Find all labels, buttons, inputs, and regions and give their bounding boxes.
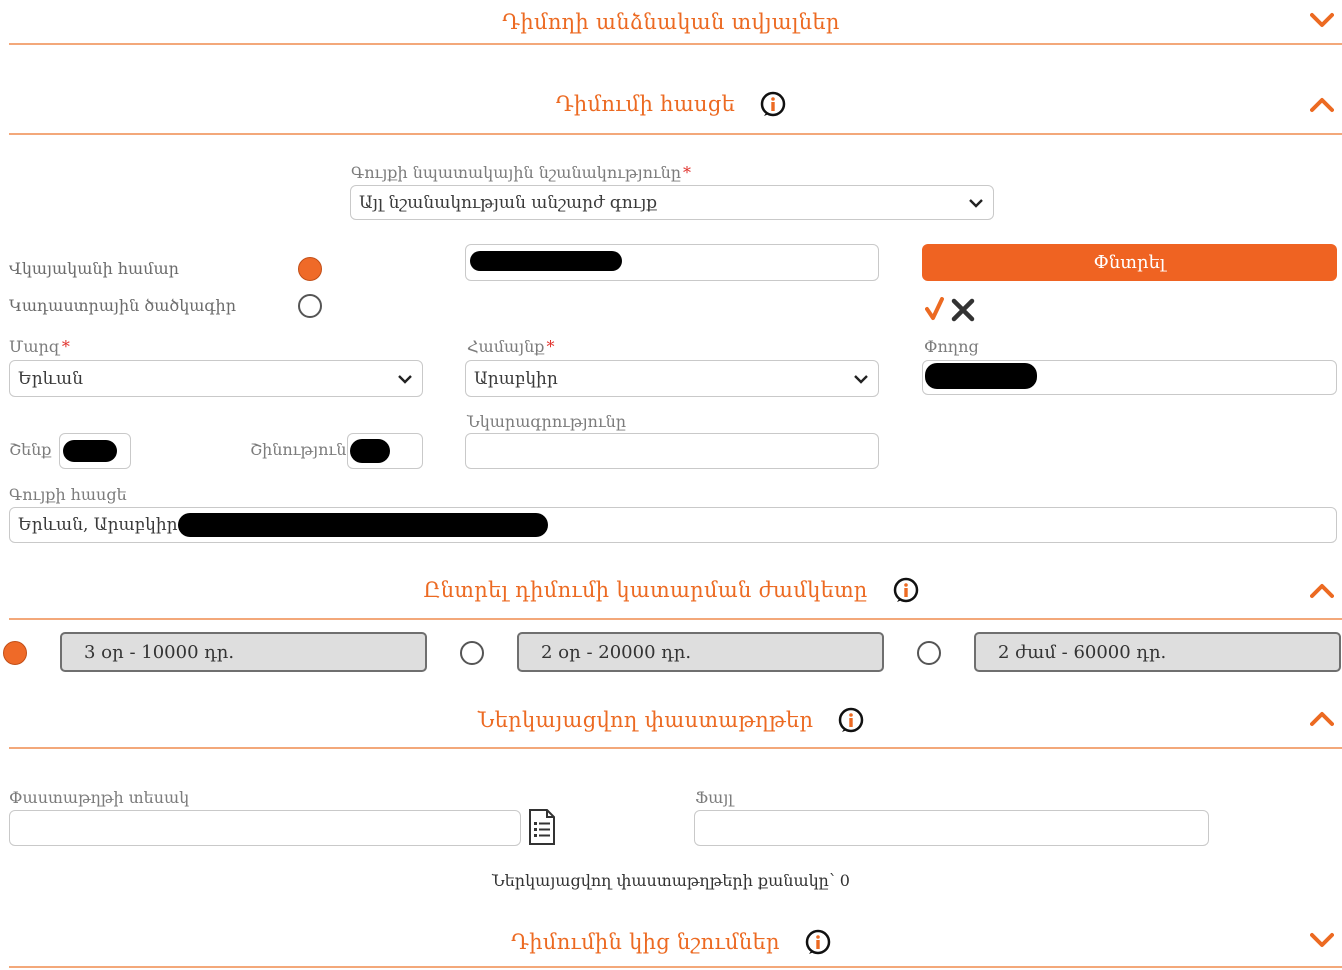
search-button[interactable]: Փնտրել <box>922 244 1337 281</box>
cert-number-radio[interactable] <box>298 257 322 281</box>
documents-count: Ներկայացվող փաստաթղթերի քանակը՝ 0 <box>492 871 850 890</box>
street-label: Փողոց <box>924 337 979 356</box>
marz-value: Երևան <box>18 368 83 389</box>
full-address-value: Երևան, Արաբկիր <box>18 515 178 535</box>
cert-number-label: Վկայականի համար <box>9 259 179 278</box>
section-title-documents: Ներկայացվող փաստաթղթեր <box>477 707 814 732</box>
chevron-down-icon[interactable] <box>1310 932 1334 948</box>
file-input[interactable] <box>694 810 1209 846</box>
x-icon[interactable] <box>951 298 975 322</box>
chevron-up-icon[interactable] <box>1310 97 1334 113</box>
section-title-personal: Դիմողի անձնական տվյալներ <box>502 9 840 34</box>
period-option-radio[interactable] <box>3 641 27 665</box>
period-option[interactable]: 2 ժամ - 60000 դր. <box>974 632 1341 672</box>
period-option[interactable]: 3 օր - 10000 դր. <box>60 632 427 672</box>
doc-type-input[interactable] <box>9 810 521 846</box>
cadastral-code-radio[interactable] <box>298 294 322 318</box>
cadastral-code-label: Կադաստրային ծածկագիր <box>9 296 237 315</box>
section-header-documents[interactable]: Ներկայացվող փաստաթղթեր <box>0 706 1342 733</box>
section-header-address[interactable]: Դիմումի հասցե <box>0 90 1342 117</box>
chevron-up-icon[interactable] <box>1310 711 1334 727</box>
section-header-personal[interactable]: Դիմողի անձնական տվյալներ <box>0 8 1342 34</box>
section-title-address: Դիմումի հասցե <box>555 91 736 116</box>
period-option-label: 3 օր - 10000 դր. <box>84 641 235 663</box>
doc-type-label: Փաստաթղթի տեսակ <box>9 788 190 807</box>
redacted-value <box>470 251 622 271</box>
file-label: Ֆայլ <box>695 788 734 807</box>
period-option-radio[interactable] <box>917 641 941 665</box>
section-header-period[interactable]: Ընտրել դիմումի կատարման ժամկետը <box>0 576 1342 603</box>
full-address-label: Գույքի հասցե <box>9 485 127 504</box>
purpose-value: Այլ նշանակության անշարժ գույք <box>359 192 658 213</box>
section-divider <box>9 966 1342 968</box>
info-icon[interactable] <box>760 91 786 117</box>
caret-down-icon <box>854 374 868 384</box>
redacted-value <box>350 439 390 463</box>
section-divider <box>9 43 1342 45</box>
document-list-icon[interactable] <box>527 808 557 846</box>
period-option-label: 2 օր - 20000 դր. <box>541 641 692 663</box>
chevron-up-icon[interactable] <box>1310 583 1334 599</box>
info-icon[interactable] <box>805 929 831 955</box>
purpose-select[interactable]: Այլ նշանակության անշարժ գույք <box>350 185 994 220</box>
description-input[interactable] <box>465 433 879 469</box>
caret-down-icon <box>398 374 412 384</box>
section-header-notes[interactable]: Դիմումին կից նշումներ <box>0 928 1342 955</box>
structure-label: Շինություն <box>250 440 347 459</box>
section-title-period: Ընտրել դիմումի կատարման ժամկետը <box>423 577 868 602</box>
section-divider <box>9 618 1342 620</box>
description-label: Նկարագրությունը <box>467 412 627 431</box>
caret-down-icon <box>969 198 983 208</box>
period-option[interactable]: 2 օր - 20000 դր. <box>517 632 884 672</box>
section-divider <box>9 747 1342 749</box>
redacted-value <box>178 513 548 537</box>
period-option-radio[interactable] <box>460 641 484 665</box>
marz-label: Մարզ * <box>9 337 70 356</box>
check-icon <box>925 297 944 320</box>
redacted-value <box>63 440 117 462</box>
building-label: Շենք <box>9 440 52 459</box>
section-divider <box>9 133 1342 135</box>
info-icon[interactable] <box>838 707 864 733</box>
chevron-down-icon[interactable] <box>1310 12 1334 28</box>
section-title-notes: Դիմումին կից նշումներ <box>511 929 780 954</box>
info-icon[interactable] <box>893 577 919 603</box>
redacted-value <box>925 363 1037 389</box>
period-option-label: 2 ժամ - 60000 դր. <box>998 641 1167 663</box>
community-select[interactable]: Արաբկիր <box>465 360 879 397</box>
purpose-label: Գույքի նպատակային նշանակությունը * <box>351 163 692 182</box>
marz-select[interactable]: Երևան <box>9 360 423 397</box>
community-value: Արաբկիր <box>474 368 558 389</box>
community-label: Համայնք * <box>467 337 555 356</box>
